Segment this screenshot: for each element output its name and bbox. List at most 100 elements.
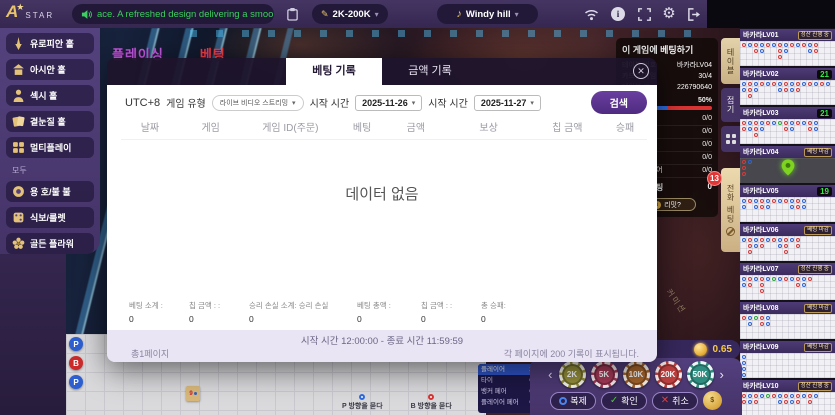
sidebar-item-peek-hall[interactable]: 곁눈질 홀 [6,111,94,132]
status-badge: 베팅 마감 [804,304,832,313]
chip-50k[interactable]: 50K [687,361,714,388]
table-header-row: 날짜게임게임 ID(주문)베팅금액보상칩 금액승패 [121,119,647,140]
notification-badge: 13 [707,171,722,186]
sidebar-group-label: 모두 [12,165,100,176]
caret-down-icon: ▾ [375,10,379,19]
summary-item: 총 승패:0 [481,300,529,324]
music-select[interactable]: ♪ Windy hill ▾ [437,4,538,24]
fullscreen-icon[interactable] [636,6,652,22]
sidebar-item-label: 유로피안 홀 [30,37,74,50]
wifi-icon[interactable] [583,6,599,22]
summary-item: 칩 금액 : :0 [189,300,241,324]
tab-amount-history[interactable]: 금액 기록 [382,58,478,85]
direction-dot-icon [359,394,365,400]
sidebar-item-dragon-tiger-bull-bull[interactable]: 용 호/불 불 [6,181,94,202]
table-card-바카라LV09[interactable]: 바카라LV09베팅 마감 [740,341,835,378]
bead-p-circle: P [69,375,83,389]
direction-hint[interactable]: P 방향을 묻다 [342,394,383,411]
search-button[interactable]: 검색 [591,91,647,114]
close-icon[interactable]: ✕ [633,63,649,79]
column-header: 게임 ID(주문) [243,119,339,134]
table-card-바카라LV10[interactable]: 바카라LV10정산 진행 중 [740,380,835,415]
column-header: 금액 [386,119,446,134]
table-card-바카라LV04[interactable]: 바카라LV04베팅 마감 [740,146,835,183]
announcement-text: ace. A refreshed design delivering a smo… [97,9,273,20]
chip-10k[interactable]: 10K [623,361,650,388]
status-badge: 베팅 마감 [804,148,832,157]
table-name: 바카라LV07 [743,264,779,274]
table-name: 바카라LV06 [743,225,779,235]
rail-tab-multiview[interactable] [721,126,740,152]
balance-display: 0.65 [652,340,740,359]
sidebar-item-sicbo-roulette[interactable]: 식보/룰렛 [6,207,94,228]
summary-item: 베팅 소계 :0 [129,300,181,324]
brand-logo[interactable]: A ★ STAR [6,2,54,22]
location-pin-icon [781,159,794,180]
duplicate-button[interactable]: 복제 [550,392,596,410]
star-icon: ★ [16,2,24,13]
sidebar-item-european-hall[interactable]: 유로피안 홀 [6,33,94,54]
sidebar-item-sexy-hall[interactable]: 섹시 홀 [6,85,94,106]
start-date-select[interactable]: 2025-11-26▾ [355,95,422,111]
speaker-icon [81,9,92,20]
table-card-바카라LV03[interactable]: 바카라LV0321 [740,107,835,144]
rail-tab-collapse[interactable]: 접기 [721,88,740,122]
chip-prev-arrow[interactable]: ‹ [547,361,553,388]
bead-b-circle: B [69,356,83,370]
confirm-button[interactable]: ✓확인 [601,392,647,410]
filter-row: UTC+8 게임 유형 라이브 비디오 스트리밍▾ 시작 시간 2025-11-… [125,91,647,114]
timezone-label: UTC+8 [125,97,160,109]
chip-next-arrow[interactable]: › [719,361,725,388]
sidebar: 유로피안 홀아시안 홀섹시 홀곁눈질 홀멀티플레이모두용 호/불 불식보/룰렛골… [0,28,100,254]
currency-exchange-button[interactable]: $ [703,391,722,410]
direction-hint[interactable]: B 방향을 묻다 [411,394,452,411]
game-type-label: 게임 유형 [166,95,206,110]
rail-tab-phone-betting[interactable]: 전화 베팅 [721,168,740,252]
chip-20k[interactable]: 20K [655,361,682,388]
rail-tab-tables[interactable]: 테이블 [721,38,740,84]
table-card-바카라LV06[interactable]: 바카라LV06베팅 마감 [740,224,835,261]
cards-icon [12,115,25,128]
bet-range-value: 2K-200K [333,9,371,20]
bet-range-select[interactable]: ✎ 2K-200K ▾ [312,4,388,24]
tab-bet-history[interactable]: 베팅 기록 [286,58,382,85]
table-card-바카라LV05[interactable]: 바카라LV0519 [740,185,835,222]
summary-item: 베팅 총액 :0 [357,300,413,324]
table-card-바카라LV08[interactable]: 바카라LV08베팅 마감 [740,302,835,339]
roadmap [740,314,835,339]
sidebar-item-golden-flower[interactable]: 골든 플라워 [6,233,94,254]
table-card-바카라LV07[interactable]: 바카라LV07정산 진행 중 [740,263,835,300]
bet-board-row: 플레이어2 [478,364,536,375]
countdown-badge: 21 [817,109,832,118]
info-icon[interactable]: i [610,6,626,22]
sidebar-item-label: 곁눈질 홀 [30,115,66,128]
temple-icon [12,63,25,76]
bet-board-row: 플레이어 페어0 [478,397,536,408]
table-card-header: 바카라LV09베팅 마감 [740,341,835,353]
table-name: 바카라LV01 [743,30,779,40]
chip-5k[interactable]: 5K [591,361,618,388]
roadmap [740,119,835,144]
logout-icon[interactable] [686,6,702,22]
settings-gear-icon[interactable]: ⚙ [661,6,677,22]
clipboard-icon[interactable] [284,6,300,22]
roadmap [740,80,835,105]
end-date-select[interactable]: 2025-11-27▾ [474,95,541,111]
end-time-label: 시작 시간 [428,95,468,110]
table-card-바카라LV02[interactable]: 바카라LV0221 [740,68,835,105]
table-card-header: 바카라LV04베팅 마감 [740,146,835,158]
announcement-banner[interactable]: ace. A refreshed design delivering a smo… [72,4,274,24]
table-card-바카라LV01[interactable]: 바카라LV01정산 진행 중 [740,29,835,66]
game-type-select[interactable]: 라이브 비디오 스트리밍▾ [212,95,304,111]
chip-2k[interactable]: 2K [559,361,586,388]
bet-board-row: 뱅커 페어0 [478,386,536,397]
sidebar-item-multiplay[interactable]: 멀티플레이 [6,137,94,158]
sidebar-item-asian-hall[interactable]: 아시안 홀 [6,59,94,80]
table-card-header: 바카라LV06베팅 마감 [740,224,835,236]
session-time-text: 시작 시간 12:00:00 - 종료 시간 11:59:59 [107,333,657,347]
coin-icon [12,185,25,198]
table-card-header: 바카라LV0519 [740,185,835,197]
modal-footer: 시작 시간 12:00:00 - 종료 시간 11:59:59 총1페이지 각 … [107,330,657,362]
cancel-button[interactable]: ✕취소 [652,392,698,410]
chip-panel: ‹ 2K5K10K20K50K› 복제 ✓확인 ✕취소 $ [530,358,742,415]
